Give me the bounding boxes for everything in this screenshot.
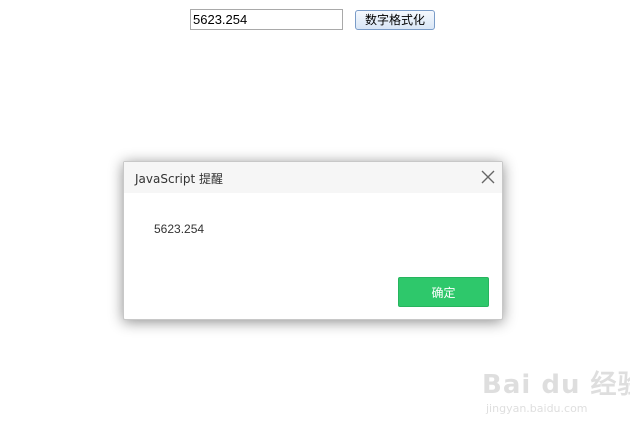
dialog-header: JavaScript 提醒 bbox=[124, 162, 502, 193]
dialog-message: 5623.254 bbox=[154, 222, 205, 236]
alert-dialog: JavaScript 提醒 5623.254 确定 bbox=[123, 161, 503, 320]
ok-button[interactable]: 确定 bbox=[398, 277, 489, 307]
watermark-logo-text: Bai du 经验 bbox=[482, 370, 630, 400]
toolbar: 数字格式化 bbox=[0, 9, 630, 31]
format-number-button[interactable]: 数字格式化 bbox=[355, 10, 435, 30]
watermark-url: jingyan.baidu.com bbox=[486, 402, 588, 415]
close-icon[interactable] bbox=[481, 170, 495, 184]
number-input[interactable] bbox=[190, 9, 343, 30]
baidu-jingyan-watermark: Bai du 经验 jingyan.baidu.com bbox=[482, 360, 630, 422]
dialog-title: JavaScript 提醒 bbox=[135, 172, 223, 186]
